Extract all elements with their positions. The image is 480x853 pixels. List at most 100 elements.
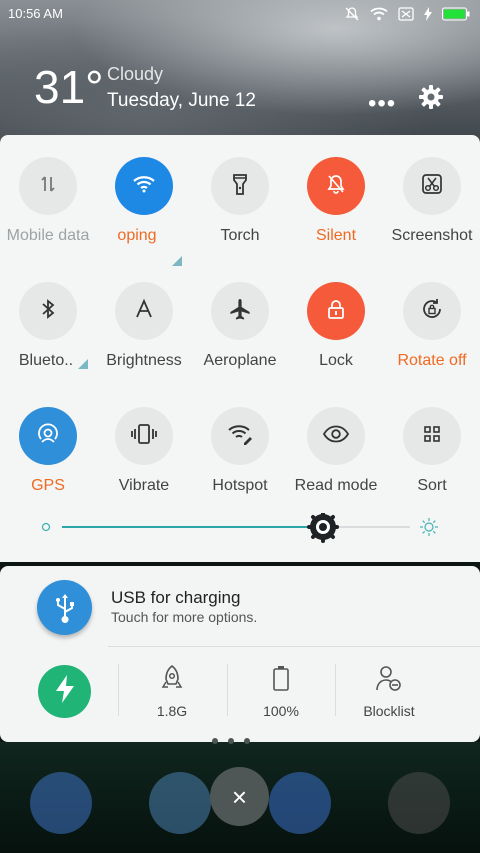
weather-date: Tuesday, June 12 (107, 90, 256, 111)
tile-hotspot[interactable]: Hotspot (192, 407, 288, 495)
tile-read-mode-toggle[interactable] (307, 407, 365, 465)
status-bar: 10:56 AM (0, 0, 480, 28)
tool-label: 100% (263, 703, 299, 719)
charging-bolt-icon (424, 7, 432, 26)
lock-icon (326, 298, 346, 325)
tile-gps[interactable]: GPS (0, 407, 96, 495)
close-icon: × (231, 781, 248, 812)
tile-sort-toggle[interactable] (403, 407, 461, 465)
tile-torch-toggle[interactable] (211, 157, 269, 215)
tile-screenshot[interactable]: Screenshot (384, 157, 480, 245)
tile-lock[interactable]: Lock (288, 282, 384, 370)
tile-label: Screenshot (391, 227, 473, 244)
tile-rotate-toggle[interactable] (403, 282, 461, 340)
expand-corner-icon[interactable] (172, 253, 182, 271)
tile-screenshot-toggle[interactable] (403, 157, 461, 215)
tile-brightness[interactable]: Brightness (96, 282, 192, 370)
browser-app-icon[interactable] (149, 772, 211, 834)
camera-app-icon[interactable] (388, 772, 450, 834)
status-icons (344, 6, 470, 27)
wifi-status-icon (370, 7, 388, 26)
tile-label: Vibrate (118, 477, 170, 494)
tile-sort[interactable]: Sort (384, 407, 480, 495)
tile-brightness-toggle[interactable] (115, 282, 173, 340)
tile-label: Read mode (294, 477, 378, 494)
brightness-thumb (307, 511, 339, 543)
torch-icon (233, 173, 247, 200)
brightness-low-icon (41, 522, 51, 532)
tile-wifi[interactable]: oping (96, 157, 192, 266)
usb-notification[interactable]: USB for charging Touch for more options.… (0, 566, 480, 742)
brightness-high-icon (420, 518, 438, 536)
boost-button[interactable] (38, 665, 91, 718)
tile-label: Lock (319, 352, 353, 369)
close-button[interactable]: × (210, 767, 269, 826)
silent-bell-icon (325, 173, 347, 200)
weather-condition: Cloudy (107, 64, 164, 84)
tool-memory[interactable]: 1.8G (118, 664, 226, 719)
tile-mobile-data-toggle[interactable] (19, 157, 77, 215)
tile-aeroplane[interactable]: Aeroplane (192, 282, 288, 370)
tile-label: Aeroplane (203, 352, 277, 369)
tile-read-mode[interactable]: Read mode (288, 407, 384, 495)
tool-battery[interactable]: 100% (227, 664, 335, 719)
quick-settings-panel: Mobile data oping Torch Silent Screensho… (0, 135, 480, 562)
tile-label: Silent (315, 227, 357, 244)
brightness-slider[interactable] (0, 511, 480, 543)
battery-status-icon (442, 7, 470, 26)
wifi-icon (132, 174, 156, 199)
lightning-icon (54, 674, 76, 709)
vibrate-icon (129, 423, 159, 450)
notification-subtitle: Touch for more options. (111, 609, 258, 625)
tile-vibrate-toggle[interactable] (115, 407, 173, 465)
tile-label: Hotspot (212, 477, 268, 494)
tile-lock-toggle[interactable] (307, 282, 365, 340)
eye-icon (322, 425, 350, 448)
messaging-app-icon[interactable] (269, 772, 331, 834)
scissors-icon (420, 172, 444, 201)
tile-label: Rotate off (397, 352, 467, 369)
sim-disabled-icon (398, 7, 414, 26)
quick-settings-row: Blueto.. Brightness Aeroplane Lock Rotat… (0, 282, 480, 407)
divider (108, 646, 480, 647)
notification-title: USB for charging (111, 588, 241, 607)
settings-gear-icon[interactable] (418, 84, 444, 115)
tile-silent-toggle[interactable] (307, 157, 365, 215)
grid-icon (423, 425, 441, 448)
tile-gps-toggle[interactable] (19, 407, 77, 465)
more-options-button[interactable]: ••• (368, 90, 396, 118)
tile-label: Sort (417, 477, 447, 494)
tile-label: Torch (220, 227, 260, 244)
bluetooth-icon (40, 298, 56, 325)
rocket-icon (160, 664, 184, 696)
tile-wifi-toggle[interactable] (115, 157, 173, 215)
tile-aeroplane-toggle[interactable] (211, 282, 269, 340)
tile-bluetooth[interactable]: Blueto.. (0, 282, 96, 370)
brightness-a-icon (133, 298, 155, 325)
tile-label: Brightness (106, 352, 182, 369)
rotate-lock-icon (420, 297, 444, 326)
mute-notifications-icon (344, 6, 360, 27)
tile-hotspot-toggle[interactable] (211, 407, 269, 465)
weather-temperature: 31° (34, 61, 104, 113)
page-indicator (212, 738, 250, 744)
expand-corner-icon[interactable] (78, 356, 88, 374)
mobile-data-icon (38, 174, 58, 199)
quick-settings-row: Mobile data oping Torch Silent Screensho… (0, 157, 480, 282)
tool-label: Blocklist (363, 703, 415, 719)
phone-app-icon[interactable] (30, 772, 92, 834)
hotspot-icon (227, 423, 253, 450)
tool-label: 1.8G (156, 703, 188, 719)
tile-bluetooth-toggle[interactable] (19, 282, 77, 340)
tile-rotate[interactable]: Rotate off (384, 282, 480, 370)
gps-icon (35, 421, 61, 452)
usb-icon (37, 580, 92, 635)
tile-vibrate[interactable]: Vibrate (96, 407, 192, 495)
tool-blocklist[interactable]: Blocklist (335, 664, 443, 719)
tile-label: oping (117, 227, 157, 244)
battery-icon (270, 666, 292, 696)
aeroplane-icon (228, 297, 252, 326)
tile-silent[interactable]: Silent (288, 157, 384, 245)
status-time: 10:56 AM (8, 6, 63, 21)
tile-torch[interactable]: Torch (192, 157, 288, 245)
